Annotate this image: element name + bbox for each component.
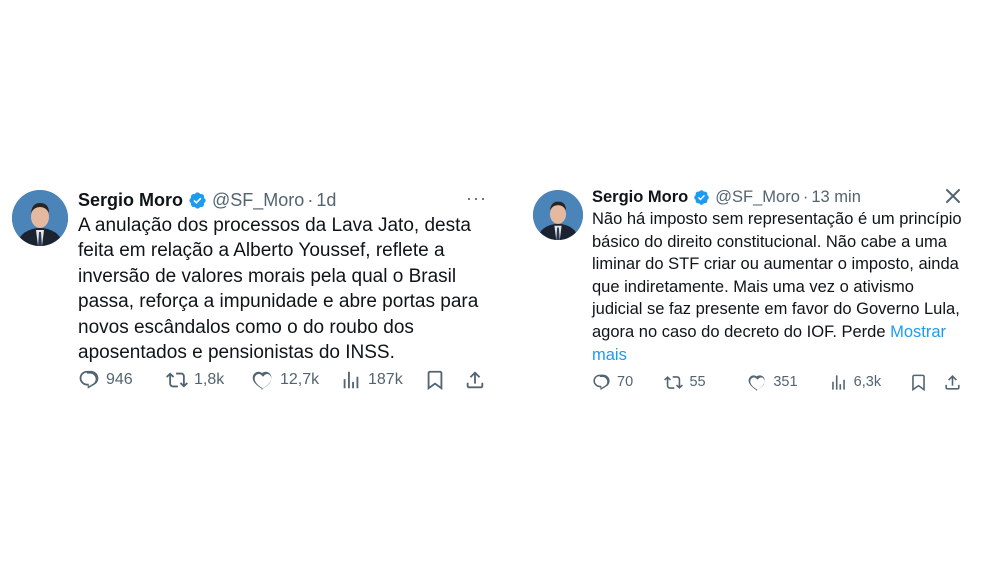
reply-button[interactable]: 946: [78, 369, 166, 391]
repost-button[interactable]: 1,8k: [166, 369, 252, 391]
tweet-header: Sergio Moro @SF_Moro · 1d: [78, 188, 336, 212]
author-name[interactable]: Sergio Moro: [78, 190, 183, 211]
separator-dot: ·: [307, 189, 314, 210]
action-bar: 70 55 351 6,3k: [592, 370, 964, 394]
tweet-text-content: Não há imposto sem representação é um pr…: [592, 210, 962, 341]
repost-count: 1,8k: [194, 371, 225, 388]
reply-button[interactable]: 70: [592, 373, 664, 392]
repost-button[interactable]: 55: [664, 373, 748, 392]
action-bar: 946 1,8k 12,7k 187k: [78, 368, 490, 392]
views-count: 187k: [368, 371, 403, 388]
repost-icon: [664, 375, 684, 389]
tweet-text: Não há imposto sem representação é um pr…: [592, 208, 967, 366]
reply-count: 70: [617, 374, 634, 390]
reply-icon: [79, 370, 99, 389]
views-icon: [343, 371, 359, 389]
repost-icon: [166, 372, 188, 388]
close-icon[interactable]: [944, 186, 962, 206]
more-icon[interactable]: ···: [466, 188, 487, 209]
timestamp[interactable]: 13 min: [811, 188, 861, 207]
repost-count: 55: [689, 374, 706, 390]
avatar[interactable]: [533, 190, 583, 240]
reply-count: 946: [106, 371, 133, 388]
tweet-text: A anulação dos processos da Lava Jato, d…: [78, 215, 479, 364]
profile-photo: [533, 190, 583, 240]
views-button[interactable]: 6,3k: [829, 373, 909, 392]
separator-dot: ·: [802, 187, 809, 206]
like-button[interactable]: 351: [748, 373, 822, 392]
views-icon: [831, 374, 845, 390]
like-button[interactable]: 12,7k: [252, 369, 340, 391]
author-name[interactable]: Sergio Moro: [592, 188, 688, 207]
avatar[interactable]: [12, 190, 68, 246]
like-icon: [748, 374, 766, 391]
author-handle[interactable]: @SF_Moro: [715, 188, 800, 207]
bookmark-button[interactable]: [909, 373, 943, 392]
like-count: 12,7k: [280, 371, 320, 388]
verified-badge-icon: [188, 191, 207, 210]
share-button[interactable]: [943, 373, 964, 392]
tweet-header: Sergio Moro @SF_Moro · 13 min: [592, 186, 861, 208]
bookmark-icon: [911, 374, 925, 391]
views-button[interactable]: 187k: [340, 369, 424, 391]
like-count: 351: [773, 374, 798, 390]
verified-badge-icon: [693, 189, 710, 206]
share-icon: [945, 374, 960, 390]
views-count: 6,3k: [853, 374, 882, 390]
reply-icon: [593, 374, 610, 390]
timestamp[interactable]: 1d: [316, 190, 336, 211]
author-handle[interactable]: @SF_Moro: [212, 190, 304, 211]
bookmark-icon: [427, 370, 443, 391]
share-button[interactable]: [464, 369, 488, 391]
like-icon: [252, 371, 272, 390]
bookmark-button[interactable]: [424, 369, 464, 391]
profile-photo: [12, 190, 68, 246]
share-icon: [466, 371, 484, 389]
